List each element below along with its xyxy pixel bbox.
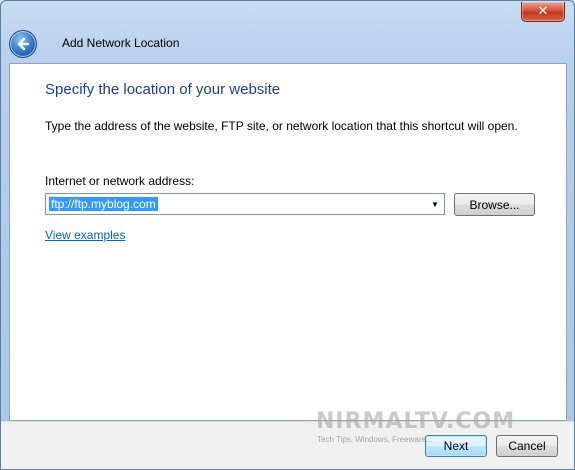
page-heading: Specify the location of your website: [45, 81, 281, 98]
view-examples-link[interactable]: View examples: [45, 228, 125, 242]
back-arrow-icon: [17, 37, 30, 51]
dialog-footer: Next Cancel: [1, 421, 574, 469]
title-bar: Add Network Location: [1, 25, 574, 63]
dialog-window: ✕ Add Network Location Specify the locat…: [0, 0, 575, 470]
address-combobox[interactable]: ftp://ftp.myblog.com ▼: [45, 193, 445, 215]
address-label: Internet or network address:: [45, 174, 195, 188]
close-button[interactable]: ✕: [521, 2, 565, 22]
content-panel: Specify the location of your website Typ…: [9, 63, 567, 421]
browse-button[interactable]: Browse...: [454, 193, 535, 216]
page-description: Type the address of the website, FTP sit…: [45, 119, 518, 133]
window-title: Add Network Location: [62, 36, 180, 50]
back-button[interactable]: [9, 30, 37, 58]
close-icon: ✕: [537, 4, 549, 19]
address-input[interactable]: ftp://ftp.myblog.com: [49, 197, 158, 211]
cancel-button[interactable]: Cancel: [496, 435, 558, 457]
next-button[interactable]: Next: [425, 435, 487, 457]
chevron-down-icon[interactable]: ▼: [428, 196, 442, 212]
